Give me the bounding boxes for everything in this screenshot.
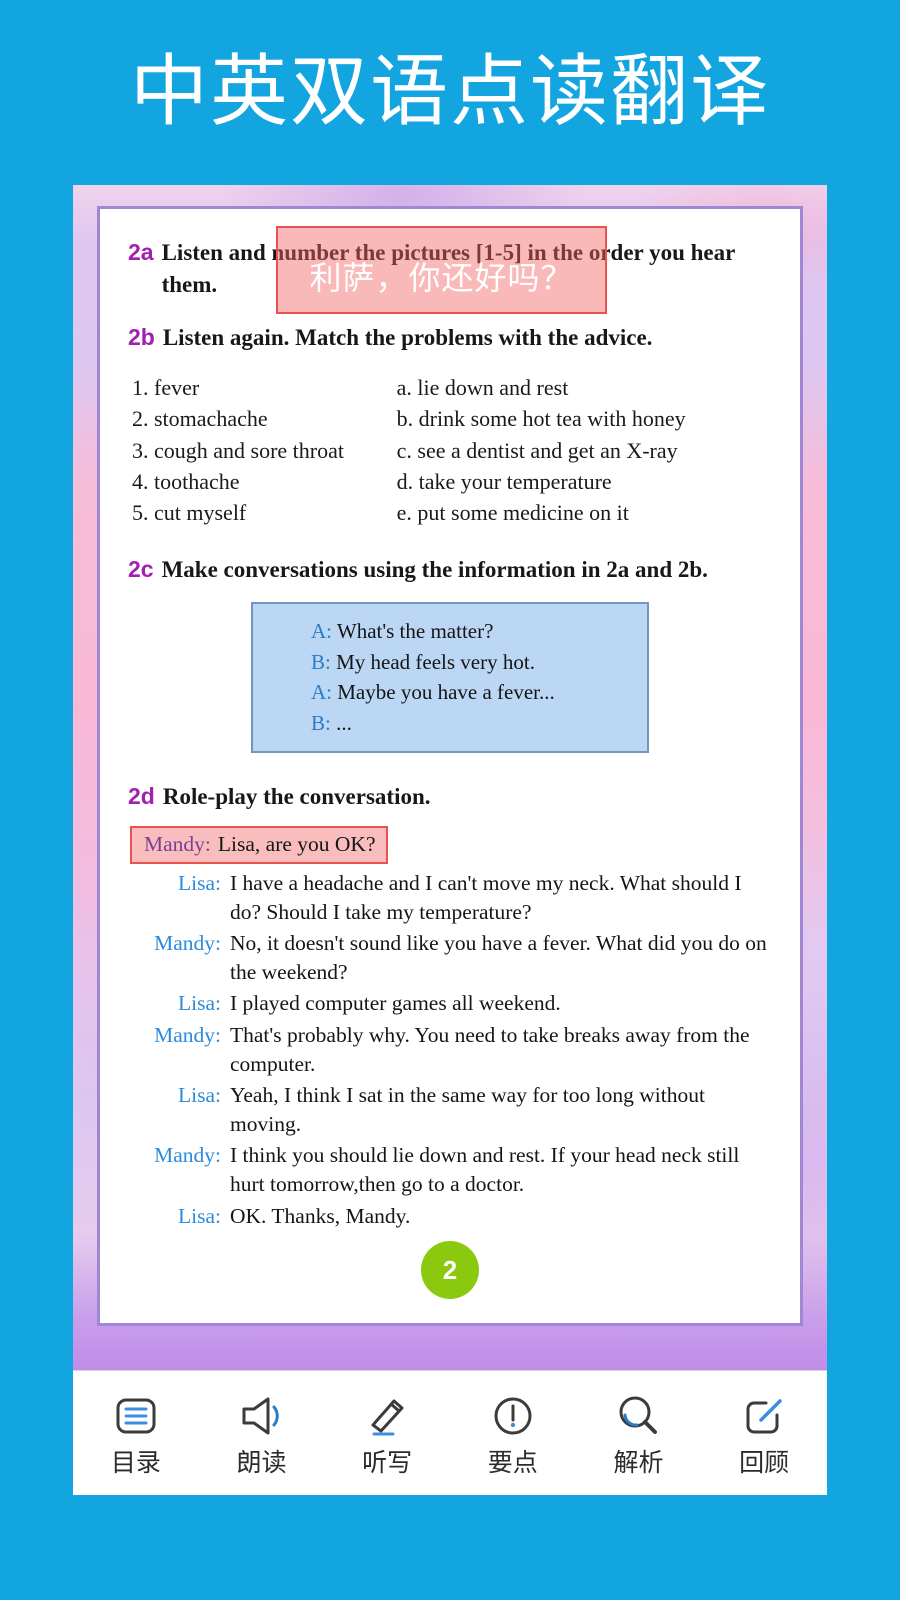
edit-square-icon	[738, 1390, 790, 1442]
exercise-2c[interactable]: 2c Make conversations using the informat…	[128, 554, 772, 586]
toolbar-item-label: 解析	[613, 1449, 664, 1477]
toolbar-item-label: 要点	[487, 1449, 538, 1477]
list-item[interactable]: 2. stomachache	[132, 403, 397, 434]
list-item[interactable]: d. take your temperature	[397, 466, 772, 497]
speaker-label: B:	[311, 711, 331, 736]
problems-column: 1. fever 2. stomachache 3. cough and sor…	[132, 372, 397, 528]
speaker-label: A:	[311, 619, 332, 644]
dialogue-line[interactable]: Lisa: I played computer games all weeken…	[132, 989, 772, 1018]
exclamation-circle-icon	[487, 1390, 539, 1442]
speaker-label: Mandy:	[154, 1023, 221, 1048]
list-item[interactable]: a. lie down and rest	[397, 372, 772, 403]
magnifier-icon	[612, 1390, 664, 1442]
bottom-toolbar: 目录 朗读 听写 要点 解析 回顾	[73, 1370, 827, 1495]
dialogue-line[interactable]: Mandy: I think you should lie down and r…	[132, 1141, 772, 1198]
toolbar-item-key-points[interactable]: 要点	[458, 1390, 568, 1476]
page-number-badge: 2	[421, 1241, 479, 1299]
advice-column: a. lie down and rest b. drink some hot t…	[397, 372, 772, 528]
list-item[interactable]: b. drink some hot tea with honey	[397, 403, 772, 434]
toolbar-item-read-aloud[interactable]: 朗读	[206, 1390, 316, 1476]
pencil-icon	[361, 1390, 413, 1442]
textbook-page-frame: 2a Listen and number the pictures [1-5] …	[73, 185, 827, 1370]
dialogue-line[interactable]: Lisa: OK. Thanks, Mandy.	[132, 1202, 772, 1231]
dialogue-line[interactable]: Mandy: That's probably why. You need to …	[132, 1021, 772, 1078]
sample-conversation-box[interactable]: A: What's the matter? B: My head feels v…	[251, 602, 649, 753]
conversation-line[interactable]: A: What's the matter?	[311, 616, 647, 647]
exercise-2d-label: 2d	[128, 782, 155, 809]
speaker-label: Lisa:	[178, 1083, 221, 1108]
speaker-text: That's probably why. You need to take br…	[230, 1023, 750, 1076]
dialogue-line-selected[interactable]: Mandy: Lisa, are you OK?	[130, 826, 388, 865]
speaker-label: A:	[311, 680, 332, 705]
speaker-text: Maybe you have a fever...	[337, 680, 555, 705]
exercise-2b-text: Listen again. Match the problems with th…	[162, 325, 653, 351]
speaker-text: I played computer games all weekend.	[230, 991, 561, 1016]
speaker-label: Mandy:	[154, 931, 221, 956]
list-item[interactable]: e. put some medicine on it	[397, 497, 772, 528]
speaker-text: No, it doesn't sound like you have a fev…	[230, 931, 767, 984]
dialogue-line[interactable]: Mandy: No, it doesn't sound like you hav…	[132, 929, 772, 986]
speaker-label: Lisa:	[178, 991, 221, 1016]
speaker-text: My head feels very hot.	[336, 649, 535, 674]
matching-lists: 1. fever 2. stomachache 3. cough and sor…	[128, 372, 772, 528]
conversation-line[interactable]: A: Maybe you have a fever...	[311, 677, 647, 708]
toolbar-item-label: 回顾	[739, 1449, 790, 1477]
toolbar-item-label: 朗读	[236, 1449, 287, 1477]
list-item[interactable]: 3. cough and sore throat	[132, 435, 397, 466]
list-item[interactable]: c. see a dentist and get an X-ray	[397, 435, 772, 466]
exercise-2a-label: 2a	[128, 239, 154, 265]
toolbar-item-analysis[interactable]: 解析	[583, 1390, 693, 1476]
page-content: 2a Listen and number the pictures [1-5] …	[100, 209, 800, 1323]
speaker-icon	[235, 1390, 287, 1442]
exercise-2b[interactable]: 2b Listen again. Match the problems with…	[128, 322, 772, 354]
textbook-page[interactable]: 2a Listen and number the pictures [1-5] …	[97, 206, 803, 1326]
list-item[interactable]: 1. fever	[132, 372, 397, 403]
toolbar-item-dictation[interactable]: 听写	[332, 1390, 442, 1476]
roleplay-dialogue: Mandy: Lisa, are you OK? Lisa: I have a …	[128, 826, 772, 1230]
toolbar-item-review[interactable]: 回顾	[709, 1390, 819, 1476]
dialogue-line[interactable]: Lisa: I have a headache and I can't move…	[132, 869, 772, 926]
list-item[interactable]: 5. cut myself	[132, 497, 397, 528]
list-menu-icon	[110, 1390, 162, 1442]
speaker-text: ...	[336, 711, 352, 736]
exercise-2c-label: 2c	[128, 556, 154, 583]
speaker-label: Lisa:	[178, 1203, 221, 1228]
toolbar-item-label: 目录	[110, 1449, 161, 1477]
conversation-line[interactable]: B: My head feels very hot.	[311, 647, 647, 678]
toolbar-item-catalog[interactable]: 目录	[81, 1390, 191, 1476]
speaker-text: OK. Thanks, Mandy.	[230, 1203, 411, 1228]
speaker-label: Lisa:	[178, 871, 221, 896]
speaker-text: I have a headache and I can't move my ne…	[230, 871, 742, 924]
speaker-label: B:	[311, 649, 331, 674]
conversation-line[interactable]: B: ...	[311, 708, 647, 739]
speaker-text: What's the matter?	[336, 619, 494, 644]
exercise-2b-label: 2b	[128, 324, 155, 351]
speaker-text: I think you should lie down and rest. If…	[230, 1143, 740, 1196]
speaker-label: Mandy:	[154, 1143, 221, 1168]
toolbar-item-label: 听写	[362, 1449, 413, 1477]
app-root: 中英双语点读翻译 2a Listen and number the pictur…	[0, 0, 900, 1600]
list-item[interactable]: 4. toothache	[132, 466, 397, 497]
app-header: 中英双语点读翻译	[0, 0, 900, 182]
speaker-label: Mandy:	[144, 832, 211, 857]
speaker-text: Lisa, are you OK?	[217, 832, 376, 857]
page-title: 中英双语点读翻译	[129, 47, 770, 135]
exercise-2d[interactable]: 2d Role-play the conversation.	[128, 781, 772, 813]
exercise-2d-text: Role-play the conversation.	[162, 783, 431, 809]
exercise-2c-text: Make conversations using the information…	[161, 557, 708, 583]
translation-text: 利萨，你还好吗？	[309, 260, 574, 296]
dialogue-line[interactable]: Lisa: Yeah, I think I sat in the same wa…	[132, 1081, 772, 1138]
speaker-text: Yeah, I think I sat in the same way for …	[230, 1083, 705, 1136]
translation-popup[interactable]: 利萨，你还好吗？	[276, 226, 607, 314]
